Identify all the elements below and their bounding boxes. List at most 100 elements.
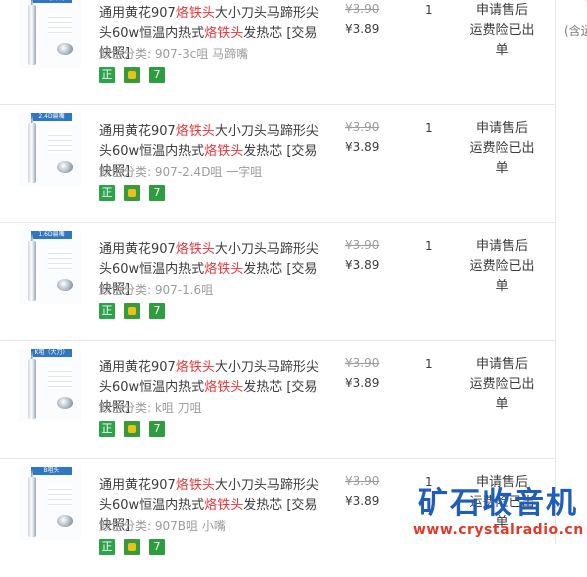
thumbnail-banner: B咀头	[31, 467, 72, 475]
paid-price: ¥3.89	[345, 140, 380, 154]
soldering-tip-rod	[28, 477, 36, 537]
soldering-tip-rod	[28, 123, 36, 183]
apply-after-sale-link[interactable]: 申请售后	[466, 1, 538, 21]
shipping-included-note: (含运	[564, 24, 587, 38]
seven-day-return-badge-icon[interactable]: 7	[149, 67, 165, 83]
sku-value: 907-2.4D咀 一字咀	[154, 165, 263, 179]
thumbnail-spec-lines	[48, 249, 72, 271]
sku-line: 颜色分类: 907-3c咀 马蹄嘴	[99, 45, 248, 62]
product-thumbnail[interactable]: B咀头	[18, 467, 81, 540]
guarantee-badge-icon[interactable]	[124, 185, 140, 201]
original-price: ¥3.90	[345, 474, 380, 488]
original-price: ¥3.90	[345, 356, 380, 370]
sku-line: 颜色分类: 907B咀 小嘴	[99, 517, 226, 534]
row-divider	[0, 104, 555, 105]
paid-price: ¥3.89	[345, 258, 380, 272]
order-item-row: 2.4D扁嘴 通用黄花907烙铁头大小刀头马蹄形尖头60w恒温内热式烙铁头发热芯…	[0, 105, 555, 223]
guarantee-badge-icon[interactable]	[124, 67, 140, 83]
guarantee-badge-icon[interactable]	[124, 421, 140, 437]
paid-price: ¥3.89	[345, 376, 380, 390]
sku-label: 颜色分类:	[99, 165, 152, 179]
product-thumbnail[interactable]: 1.6D扁嘴	[18, 231, 81, 304]
title-keyword-highlight: 烙铁头	[175, 478, 215, 493]
row-divider	[0, 222, 555, 223]
shipping-insurance-status: 运费险已出单	[469, 259, 535, 294]
crystalradio-watermark: 矿石收音机 www.crystalradio.cn	[410, 474, 587, 544]
original-price: ¥3.90	[345, 238, 380, 252]
thumbnail-banner: 1.6D扁嘴	[31, 231, 72, 239]
watermark-logo: 矿石收音机	[418, 486, 578, 521]
paid-price: ¥3.89	[345, 494, 380, 508]
quantity: 1	[425, 357, 433, 371]
title-keyword-highlight: 烙铁头	[204, 498, 244, 513]
after-sale-cell: 申请售后 运费险已出单	[466, 119, 538, 179]
thumbnail-banner: K咀（大刀）	[31, 349, 72, 357]
apply-after-sale-link[interactable]: 申请售后	[466, 119, 538, 139]
original-price: ¥3.90	[345, 120, 380, 134]
order-item-row: 3C马蹄嘴 通用黄花907烙铁头大小刀头马蹄形尖头60w恒温内热式烙铁头发热芯 …	[0, 0, 555, 105]
genuine-badge-icon[interactable]: 正	[99, 303, 115, 319]
row-divider	[0, 458, 555, 459]
title-text-segment: 通用黄花907	[99, 360, 176, 375]
guarantee-badge-icon[interactable]	[124, 303, 140, 319]
genuine-badge-icon[interactable]: 正	[99, 185, 115, 201]
sku-line: 颜色分类: k咀 刀咀	[99, 399, 202, 416]
thumbnail-spec-lines	[48, 131, 72, 153]
title-text-segment: 通用黄花907	[99, 242, 176, 257]
title-keyword-highlight: 烙铁头	[204, 26, 244, 41]
after-sale-cell: 申请售后 运费险已出单	[466, 1, 538, 61]
sku-line: 颜色分类: 907-1.6咀	[99, 281, 213, 298]
thumbnail-spec-lines	[48, 13, 72, 35]
soldering-tip-rod	[28, 241, 36, 301]
soldering-tip-rod	[28, 359, 36, 419]
title-text-segment: 通用黄花907	[99, 478, 176, 493]
thumbnail-banner: 3C马蹄嘴	[31, 0, 72, 3]
soldering-tip-closeup	[57, 397, 73, 409]
sku-label: 颜色分类:	[99, 47, 152, 61]
after-sale-cell: 申请售后 运费险已出单	[466, 237, 538, 297]
soldering-tip-closeup	[57, 161, 73, 173]
thumbnail-banner: 2.4D扁嘴	[31, 113, 72, 121]
right-column: ¥ (含运	[555, 0, 587, 544]
seven-day-return-badge-icon[interactable]: 7	[149, 185, 165, 201]
sku-line: 颜色分类: 907-2.4D咀 一字咀	[99, 163, 262, 180]
apply-after-sale-link[interactable]: 申请售后	[466, 237, 538, 257]
title-text-segment: 通用黄花907	[99, 124, 176, 139]
title-keyword-highlight: 烙铁头	[175, 124, 215, 139]
order-item-row: K咀（大刀） 通用黄花907烙铁头大小刀头马蹄形尖头60w恒温内热式烙铁头发热芯…	[0, 341, 555, 459]
title-keyword-highlight: 烙铁头	[204, 262, 244, 277]
genuine-badge-icon[interactable]: 正	[99, 421, 115, 437]
sku-label: 颜色分类:	[99, 519, 152, 533]
sku-value: 907-3c咀 马蹄嘴	[154, 47, 249, 61]
seven-day-return-badge-icon[interactable]: 7	[149, 303, 165, 319]
sku-label: 颜色分类:	[99, 401, 152, 415]
soldering-tip-closeup	[57, 279, 73, 291]
product-thumbnail[interactable]: 3C马蹄嘴	[18, 0, 81, 68]
sku-value: 907-1.6咀	[154, 283, 214, 297]
quantity: 1	[425, 239, 433, 253]
paid-price: ¥3.89	[345, 22, 380, 36]
sku-value: k咀 刀咀	[154, 401, 202, 415]
genuine-badge-icon[interactable]: 正	[99, 539, 115, 555]
seven-day-return-badge-icon[interactable]: 7	[149, 539, 165, 555]
product-thumbnail[interactable]: K咀（大刀）	[18, 349, 81, 422]
product-thumbnail[interactable]: 2.4D扁嘴	[18, 113, 81, 186]
row-divider	[0, 340, 555, 341]
title-keyword-highlight: 烙铁头	[175, 242, 215, 257]
thumbnail-spec-lines	[48, 485, 72, 507]
thumbnail-spec-lines	[48, 367, 72, 389]
title-keyword-highlight: 烙铁头	[175, 6, 215, 21]
title-text-segment: 通用黄花907	[99, 6, 176, 21]
soldering-tip-rod	[28, 5, 36, 65]
genuine-badge-icon[interactable]: 正	[99, 67, 115, 83]
soldering-tip-closeup	[57, 43, 73, 55]
title-keyword-highlight: 烙铁头	[175, 360, 215, 375]
after-sale-cell: 申请售后 运费险已出单	[466, 355, 538, 415]
order-item-row: 1.6D扁嘴 通用黄花907烙铁头大小刀头马蹄形尖头60w恒温内热式烙铁头发热芯…	[0, 223, 555, 341]
apply-after-sale-link[interactable]: 申请售后	[466, 355, 538, 375]
soldering-tip-closeup	[57, 515, 73, 527]
sku-label: 颜色分类:	[99, 283, 152, 297]
shipping-insurance-status: 运费险已出单	[469, 141, 535, 176]
guarantee-badge-icon[interactable]	[124, 539, 140, 555]
seven-day-return-badge-icon[interactable]: 7	[149, 421, 165, 437]
